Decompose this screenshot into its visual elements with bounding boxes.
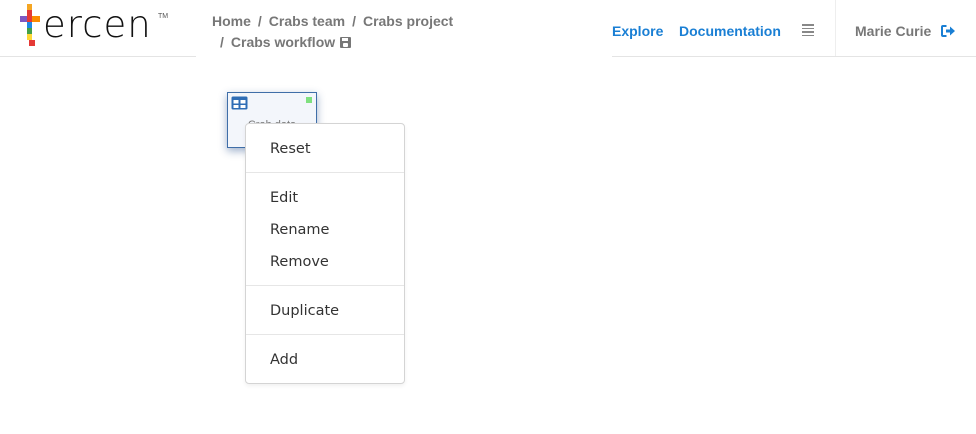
- hamburger-menu-icon[interactable]: [802, 24, 814, 36]
- tercen-logo[interactable]: ercen TM: [20, 3, 170, 50]
- breadcrumb-workflow[interactable]: Crabs workflow: [231, 32, 335, 53]
- user-name[interactable]: Marie Curie: [855, 22, 931, 40]
- logo-mark-icon: [20, 4, 40, 48]
- breadcrumb: Home / Crabs team / Crabs project / Crab…: [212, 11, 453, 53]
- menu-divider: [246, 172, 404, 173]
- logo-wordmark: ercen: [43, 3, 152, 46]
- breadcrumb-separator: /: [257, 13, 262, 29]
- nav-explore-link[interactable]: Explore: [612, 22, 663, 40]
- breadcrumb-home[interactable]: Home: [212, 11, 251, 32]
- menu-item-remove[interactable]: Remove: [246, 246, 404, 278]
- workflow-canvas[interactable]: Crab data: [0, 57, 976, 434]
- menu-divider: [246, 285, 404, 286]
- nav-documentation-link[interactable]: Documentation: [679, 22, 781, 40]
- logout-icon[interactable]: [941, 25, 956, 37]
- logo-trademark: TM: [158, 13, 169, 20]
- menu-divider: [246, 334, 404, 335]
- menu-item-rename[interactable]: Rename: [246, 214, 404, 246]
- table-icon: [231, 96, 248, 110]
- menu-item-reset[interactable]: Reset: [246, 133, 404, 165]
- step-status-indicator: [306, 97, 312, 103]
- breadcrumb-separator: /: [352, 13, 356, 29]
- breadcrumb-separator: /: [220, 34, 224, 50]
- header-vertical-divider: [835, 0, 836, 56]
- breadcrumb-project[interactable]: Crabs project: [363, 11, 453, 32]
- menu-item-edit[interactable]: Edit: [246, 182, 404, 214]
- app-header: ercen TM Home / Crabs team / Crabs proje…: [0, 0, 976, 57]
- menu-item-add[interactable]: Add: [246, 344, 404, 376]
- menu-item-duplicate[interactable]: Duplicate: [246, 295, 404, 327]
- context-menu: Reset Edit Rename Remove Duplicate Add: [245, 123, 405, 384]
- breadcrumb-team[interactable]: Crabs team: [269, 11, 345, 32]
- save-icon[interactable]: [340, 37, 352, 48]
